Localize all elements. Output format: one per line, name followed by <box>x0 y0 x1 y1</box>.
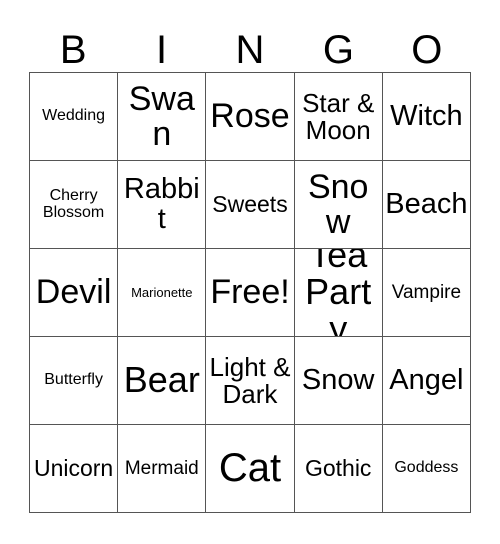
bingo-cell[interactable]: Butterfly <box>30 337 119 425</box>
bingo-cell[interactable]: Witch <box>382 73 471 161</box>
bingo-cell-label: Cherry Blossom <box>42 187 105 221</box>
bingo-cell-label: Free! <box>210 273 290 312</box>
bingo-header-letter-b: B <box>59 28 87 72</box>
bingo-cell-label: Devil <box>35 273 112 312</box>
bingo-header-row: B I N G O <box>29 14 471 72</box>
bingo-cell-label: Butterfly <box>44 371 103 389</box>
bingo-cell[interactable]: Vampire <box>382 249 471 337</box>
bingo-cell[interactable]: Tea Party <box>294 249 383 337</box>
bingo-cell[interactable]: Gothic <box>294 425 383 513</box>
bingo-cell-label: Wedding <box>42 107 106 125</box>
bingo-cell[interactable]: Swan <box>118 73 207 161</box>
bingo-grid: Wedding Swan Rose Star & Moon Witch Cher… <box>29 72 471 513</box>
bingo-cell-label: Star & Moon <box>302 87 375 145</box>
bingo-cell[interactable]: Snow <box>294 161 383 249</box>
bingo-cell-label: Snow <box>301 363 375 396</box>
bingo-cell[interactable]: Unicorn <box>30 425 119 513</box>
bingo-cell[interactable]: Devil <box>30 249 119 337</box>
bingo-cell[interactable]: Cat <box>206 425 295 513</box>
bingo-cell[interactable]: Star & Moon <box>294 73 383 161</box>
bingo-cell-label: Angel <box>389 363 464 396</box>
bingo-cell-label: Vampire <box>391 281 462 303</box>
bingo-header-letter-o: O <box>411 28 443 72</box>
bingo-cell-label: Unicorn <box>33 454 114 481</box>
bingo-cell[interactable]: Mermaid <box>118 425 207 513</box>
bingo-cell-label: Rabbit <box>123 172 200 235</box>
bingo-cell[interactable]: Cherry Blossom <box>30 161 119 249</box>
bingo-cell-label: Snow <box>307 167 369 241</box>
bingo-cell[interactable]: Rose <box>206 73 295 161</box>
bingo-cell[interactable]: Angel <box>382 337 471 425</box>
bingo-cell-label: Beach <box>385 187 468 220</box>
bingo-cell-label: Goddess <box>394 459 459 477</box>
bingo-cell-label: Bear <box>123 359 200 401</box>
bingo-cell-label: Swan <box>128 79 195 153</box>
bingo-cell-label: Rose <box>210 97 290 136</box>
bingo-header-letter-n: N <box>235 28 265 72</box>
bingo-cell[interactable]: Beach <box>382 161 471 249</box>
bingo-cell-free[interactable]: Free! <box>206 249 295 337</box>
bingo-cell-label: Tea Party <box>305 249 372 337</box>
bingo-header-letter-i: I <box>156 28 168 72</box>
bingo-cell[interactable]: Marionette <box>118 249 207 337</box>
bingo-cell-label: Sweets <box>212 190 288 217</box>
bingo-cell[interactable]: Wedding <box>30 73 119 161</box>
bingo-cell[interactable]: Rabbit <box>118 161 207 249</box>
bingo-cell[interactable]: Goddess <box>382 425 471 513</box>
bingo-cell-label: Light & Dark <box>209 351 291 409</box>
bingo-header-letter-g: G <box>322 28 354 72</box>
bingo-cell[interactable]: Bear <box>118 337 207 425</box>
bingo-cell[interactable]: Snow <box>294 337 383 425</box>
bingo-cell[interactable]: Sweets <box>206 161 295 249</box>
bingo-cell-label: Gothic <box>304 454 372 481</box>
bingo-cell-label: Witch <box>390 99 463 132</box>
bingo-cell-label: Cat <box>218 446 282 491</box>
bingo-cell-label: Mermaid <box>124 457 199 479</box>
bingo-card: B I N G O Wedding Swan Rose Star & Moon … <box>29 14 471 513</box>
bingo-cell[interactable]: Light & Dark <box>206 337 295 425</box>
bingo-cell-label: Marionette <box>131 284 193 300</box>
